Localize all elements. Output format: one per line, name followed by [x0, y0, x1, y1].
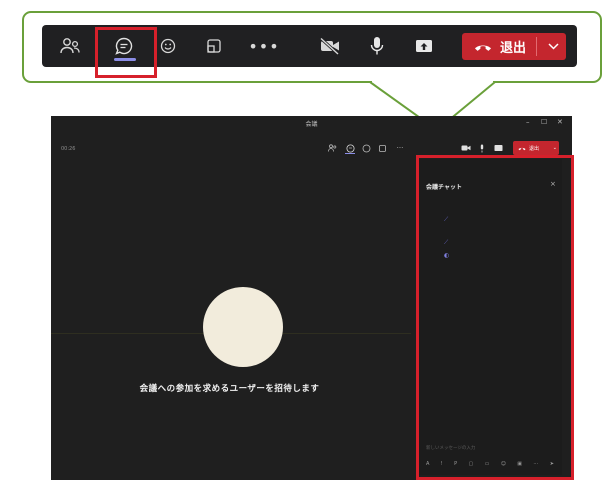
meeting-toolbar: ··· 退出 ⌄	[321, 140, 571, 156]
chevron-down-icon[interactable]	[542, 33, 564, 60]
maximize-icon[interactable]: ☐	[541, 118, 547, 126]
window-title: 会議	[305, 121, 318, 128]
more-icon[interactable]: ···	[393, 140, 407, 156]
chat-active-indicator	[345, 153, 355, 154]
more-glyph: ···	[396, 144, 404, 152]
hang-up-icon	[518, 147, 526, 150]
people-icon[interactable]	[325, 140, 339, 156]
more-icon[interactable]: •••	[244, 25, 284, 67]
microphone-icon[interactable]	[357, 25, 397, 67]
microphone-icon[interactable]	[475, 140, 489, 156]
more-glyph: •••	[248, 36, 280, 56]
leave-label: 退出	[500, 41, 527, 56]
leave-divider	[536, 37, 537, 56]
chat-panel-highlight	[416, 155, 574, 480]
title-bar: 会議 – ☐ ✕	[51, 116, 572, 132]
meeting-stage: 会議への参加を求めるユーザーを招待します	[51, 156, 411, 480]
share-screen-icon[interactable]	[404, 25, 444, 67]
elapsed-time: 00:26	[61, 146, 76, 152]
chevron-down-icon[interactable]: ⌄	[553, 141, 557, 155]
leave-button[interactable]: 退出 ⌄	[513, 141, 559, 155]
camera-off-icon[interactable]	[310, 25, 350, 67]
camera-off-icon[interactable]	[459, 140, 473, 156]
share-tray-icon[interactable]	[375, 140, 389, 156]
close-icon[interactable]: ✕	[557, 118, 563, 126]
chat-button-highlight	[95, 27, 157, 78]
minimize-icon[interactable]: –	[526, 118, 530, 126]
invite-prompt[interactable]: 会議への参加を求めるユーザーを招待します	[51, 382, 408, 394]
reaction-icon[interactable]	[359, 140, 373, 156]
leave-button[interactable]: 退出	[462, 33, 566, 60]
leave-label: 退出	[529, 145, 540, 152]
people-icon[interactable]	[50, 25, 90, 67]
avatar	[203, 287, 283, 367]
share-tray-icon[interactable]	[194, 25, 234, 67]
hang-up-icon	[475, 45, 491, 51]
share-screen-icon[interactable]	[491, 140, 505, 156]
